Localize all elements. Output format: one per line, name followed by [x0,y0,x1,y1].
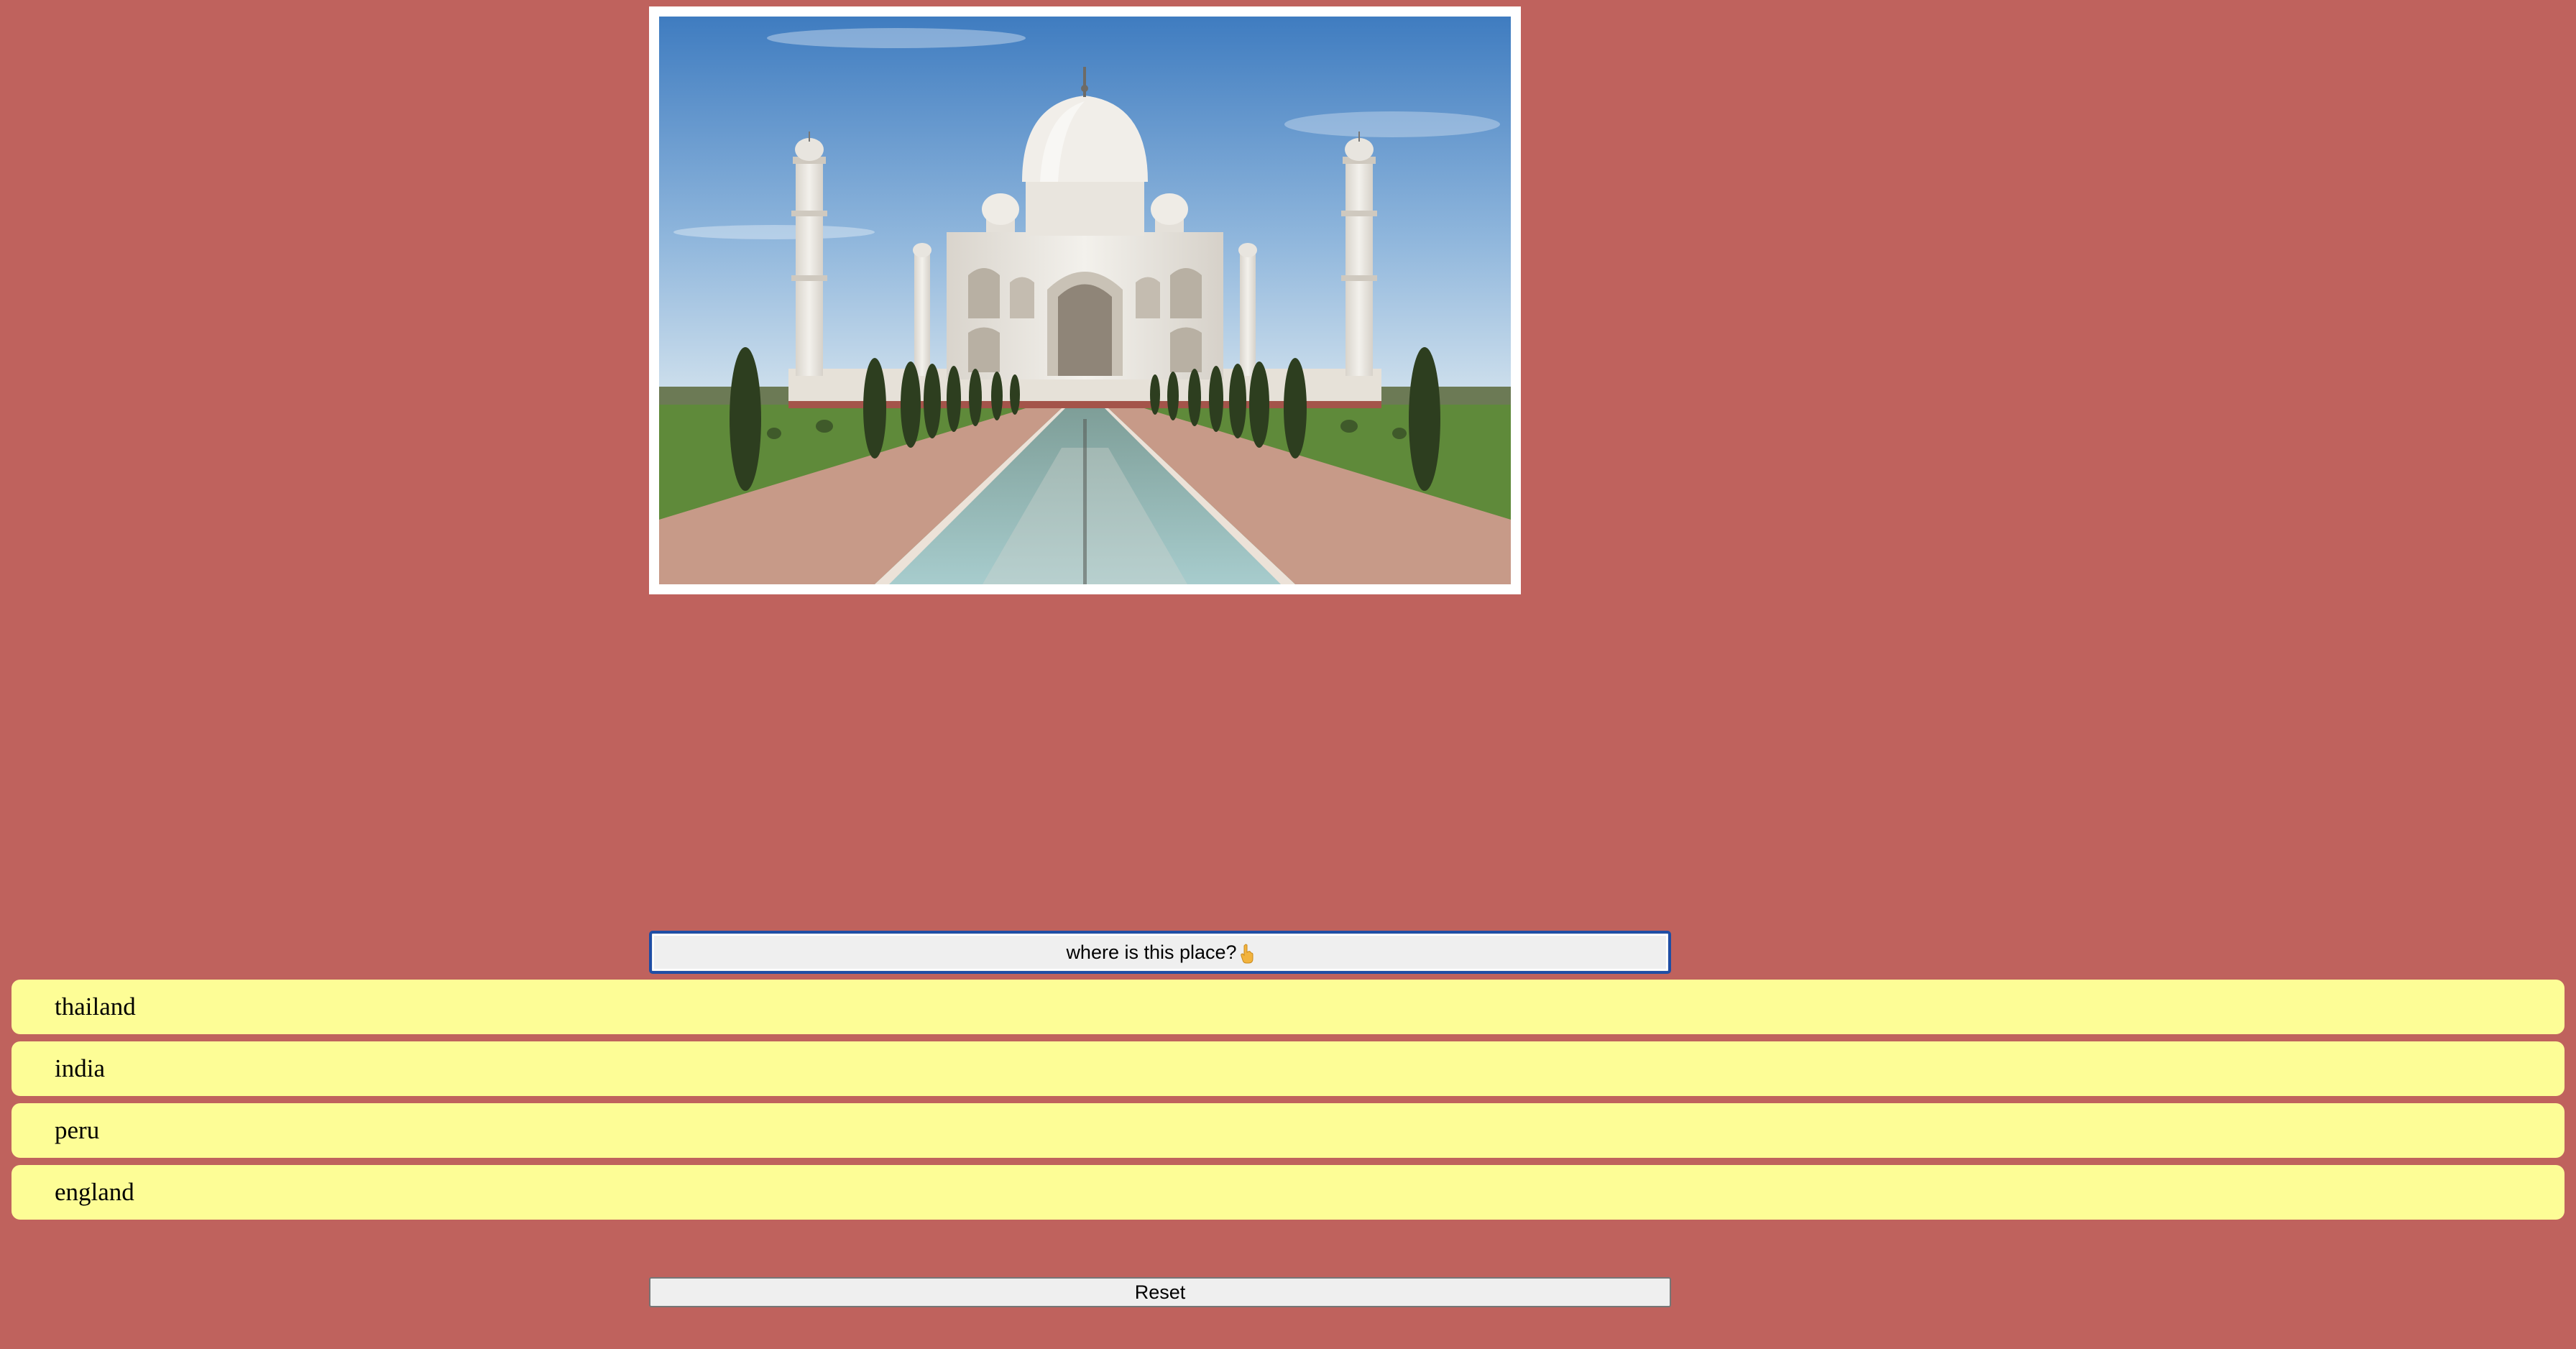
option-label: peru [55,1116,100,1144]
answer-options: thailand india peru england [12,980,2564,1227]
option-label: india [55,1054,105,1082]
question-button[interactable]: where is this place? [649,931,1671,974]
reset-button[interactable]: Reset [649,1277,1671,1307]
option-india[interactable]: india [12,1041,2564,1096]
pointing-hand-icon [1240,944,1254,964]
option-england[interactable]: england [12,1165,2564,1220]
taj-mahal-image [659,17,1511,584]
option-peru[interactable]: peru [12,1103,2564,1158]
option-thailand[interactable]: thailand [12,980,2564,1034]
option-label: thailand [55,993,136,1021]
quiz-photo-frame [649,6,1521,594]
option-label: england [55,1178,134,1206]
question-label: where is this place? [1066,941,1237,963]
